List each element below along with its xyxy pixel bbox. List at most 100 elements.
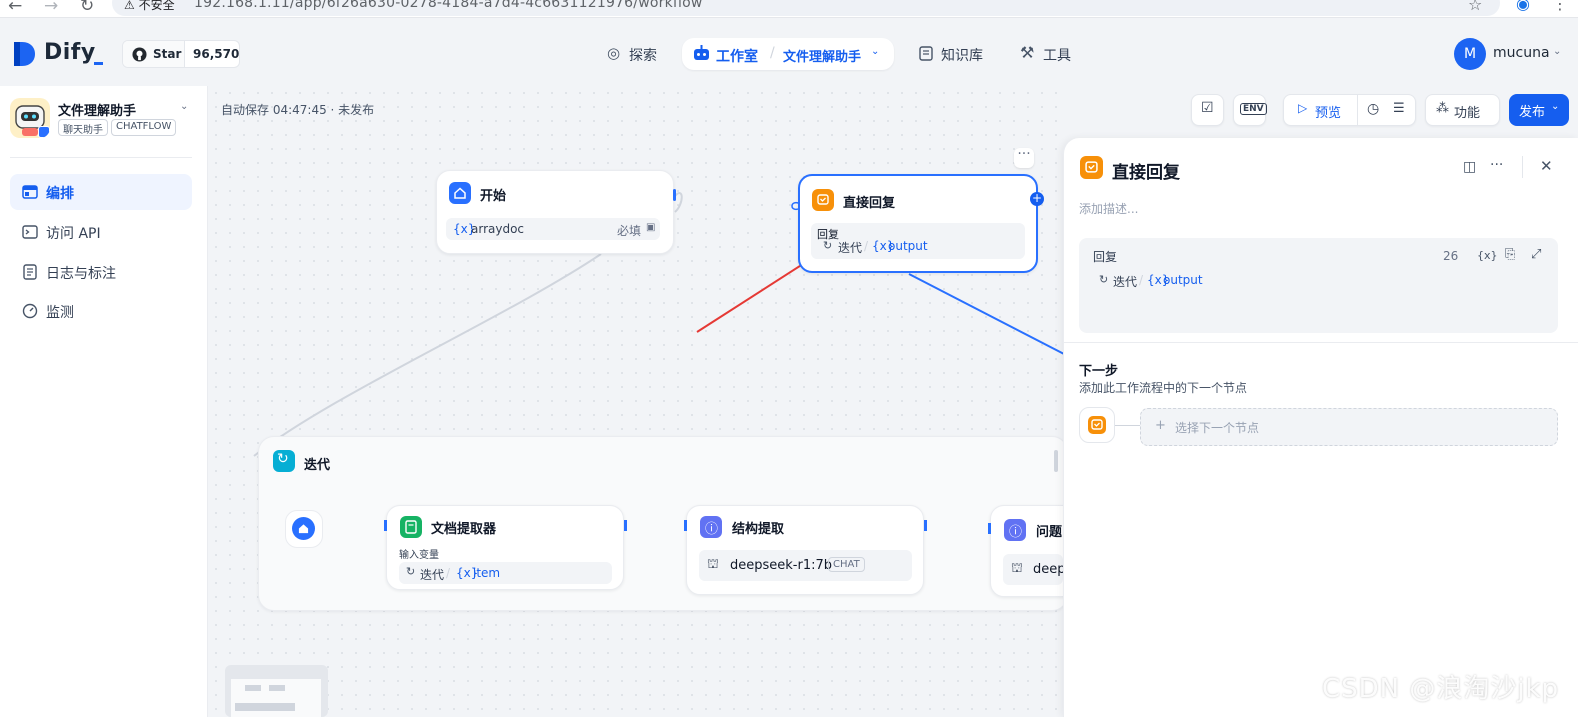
nav-tools[interactable]: 工具	[1043, 45, 1071, 65]
play-icon: ▷	[1298, 101, 1308, 115]
preview-button[interactable]: 预览	[1315, 102, 1341, 121]
star-count: 96,570	[193, 47, 240, 61]
answer-var-name: output	[888, 239, 928, 253]
iteration-start-icon	[292, 517, 315, 540]
bookmark-star-icon[interactable]: ☆	[1468, 0, 1482, 14]
help-book-icon[interactable]: ◫	[1463, 159, 1476, 175]
user-chevron-icon[interactable]: ⌄	[1553, 46, 1561, 57]
resize-handle[interactable]	[1054, 450, 1058, 472]
required-label: 必填	[617, 224, 642, 238]
nav-studio-label[interactable]: 工作室	[716, 46, 758, 66]
reply-label: 回复	[1093, 250, 1118, 264]
toolbar-divider	[1357, 95, 1358, 125]
app-switcher[interactable]: 文件理解助手	[783, 46, 861, 65]
answer-icon	[812, 189, 834, 211]
robot-icon	[694, 45, 709, 60]
minimap-node	[269, 685, 285, 691]
reload-icon[interactable]: ↻	[80, 0, 94, 16]
nav-explore[interactable]: 探索	[629, 45, 657, 65]
app-name[interactable]: 文件理解助手	[58, 100, 136, 119]
variables-list-icon[interactable]: ☰	[1393, 101, 1405, 116]
publish-label: 发布	[1519, 105, 1546, 120]
chevron-down-icon[interactable]: ⌄	[871, 46, 879, 57]
checklist-button[interactable]: ☑	[1191, 94, 1224, 126]
start-output-handle[interactable]	[673, 189, 676, 201]
panel-title[interactable]: 直接回复	[1112, 158, 1180, 183]
next-step-title: 下一步	[1079, 364, 1119, 379]
sidebar-item-orchestrate[interactable]: 编排	[10, 174, 192, 210]
history-icon[interactable]: ◷	[1367, 101, 1379, 117]
home-glyph-icon	[298, 524, 309, 534]
insecure-label: ⚠ 不安全	[124, 0, 175, 12]
app-avatar-icon[interactable]	[10, 98, 50, 138]
doc-extractor-title: 文档提取器	[431, 522, 497, 537]
var-separator: /	[446, 566, 451, 580]
answer-mini-icon	[1088, 416, 1106, 434]
doc-extractor-icon	[400, 516, 422, 538]
output-handle[interactable]	[624, 520, 627, 531]
copy-icon[interactable]: ⎘	[1505, 247, 1515, 262]
input-handle[interactable]	[684, 520, 687, 531]
add-next-node-icon[interactable]: +	[1030, 192, 1044, 206]
publish-button[interactable]: 发布 ⌄	[1509, 94, 1569, 126]
input-handle[interactable]	[988, 523, 991, 534]
start-node[interactable]	[436, 170, 674, 254]
logo-underscore	[94, 62, 103, 65]
features-button[interactable]: ⁂ 功能	[1425, 94, 1500, 126]
autosave-status: 自动保存 04:47:45 · 未发布	[221, 103, 375, 117]
loop-glyph-icon: ↻	[277, 451, 289, 467]
forward-arrow-icon[interactable]: →	[44, 0, 58, 16]
tool-icon: ⚒	[1020, 43, 1035, 62]
annotation-anchor	[1114, 295, 1115, 296]
username[interactable]: mucuna	[1493, 45, 1550, 61]
var-separator: /	[864, 239, 869, 253]
insert-variable-icon[interactable]: {x}	[1477, 249, 1498, 262]
dashboard-icon	[22, 303, 38, 319]
var-separator: /	[1139, 273, 1144, 287]
url-text[interactable]: 192.168.1.11/app/6f26a630-0278-4184-a7d4…	[194, 0, 703, 11]
layout-icon	[22, 185, 38, 199]
model-mode-badge: CHAT	[828, 557, 865, 572]
app-menu-chevron-icon[interactable]: ⌄	[180, 101, 188, 112]
minimap-node	[245, 685, 261, 691]
sidebar-item-label: 访问 API	[46, 226, 101, 242]
github-icon	[132, 47, 147, 62]
github-star-button[interactable]: Star 96,570	[122, 40, 240, 68]
info-glyph-icon: ⓘ	[705, 522, 719, 537]
home-glyph-icon	[454, 187, 466, 199]
close-icon[interactable]: ✕	[1540, 157, 1553, 175]
sidebar-item-label: 监测	[46, 305, 74, 321]
answer-var-source: 迭代	[838, 241, 863, 255]
panel-more-icon[interactable]: ···	[1490, 157, 1503, 173]
start-node-title: 开始	[480, 189, 507, 204]
sidebar-divider	[10, 157, 192, 158]
message-reply-icon	[1085, 161, 1098, 173]
sidebar-item-monitor[interactable]: 监测	[10, 293, 192, 329]
iteration-node[interactable]	[258, 436, 1068, 611]
dify-logo-text[interactable]: Dify	[44, 40, 96, 65]
nav-knowledge[interactable]: 知识库	[941, 45, 983, 65]
plus-icon: +	[1155, 418, 1166, 433]
description-input[interactable]: 添加描述...	[1079, 200, 1138, 217]
answer-node-title: 直接回复	[843, 196, 896, 211]
sidebar-item-label: 编排	[46, 186, 74, 202]
env-button[interactable]: ENV	[1233, 94, 1267, 126]
sidebar-item-api[interactable]: 访问 API	[10, 214, 192, 250]
input-handle[interactable]	[384, 520, 387, 531]
message-reply-icon	[817, 194, 829, 205]
output-handle[interactable]	[924, 520, 927, 531]
profile-icon[interactable]: ◉	[1516, 0, 1530, 13]
expand-icon[interactable]: ⤢	[1531, 247, 1541, 262]
nav-separator: /	[770, 45, 775, 61]
node-more-button[interactable]: ···	[1014, 147, 1034, 168]
model-name: deepseek-r1:7b	[730, 558, 833, 573]
minimap[interactable]	[225, 665, 328, 717]
document-icon	[405, 520, 417, 534]
iteration-node-title: 迭代	[304, 458, 331, 473]
sidebar-item-logs[interactable]: 日志与标注	[10, 254, 192, 290]
user-avatar[interactable]: M	[1454, 38, 1486, 70]
star-label: Star	[153, 47, 182, 61]
browser-menu-icon[interactable]: ⋮	[1552, 0, 1568, 13]
back-arrow-icon[interactable]: ←	[8, 0, 22, 16]
current-node-chip	[1079, 407, 1115, 443]
